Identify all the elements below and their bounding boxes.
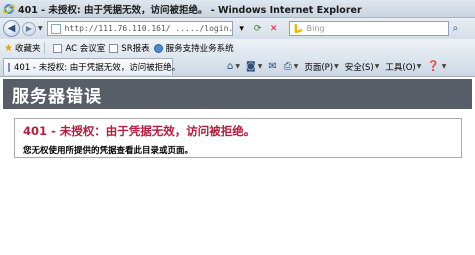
read-mail-button[interactable]: ✉ xyxy=(268,61,277,72)
back-arrow-icon: ◀ xyxy=(7,23,16,34)
page-title: 服务器错误 xyxy=(12,86,102,107)
chevron-down-icon: ▼ xyxy=(416,63,422,70)
window-title: 401 - 未授权: 由于凭据无效，访问被拒绝。 - Windows Inter… xyxy=(18,4,362,16)
favorite-link-label: SR报表 xyxy=(121,44,150,54)
tools-menu[interactable]: 工具(O) ▼ xyxy=(385,61,421,73)
close-icon: ✕ xyxy=(269,23,278,34)
chevron-down-icon: ▼ xyxy=(293,63,299,70)
mail-icon: ✉ xyxy=(268,61,277,72)
forward-button[interactable]: ▶ xyxy=(22,21,36,36)
star-icon: ★ xyxy=(4,42,13,54)
favorites-label: 收藏夹 xyxy=(14,44,41,54)
history-dropdown-icon[interactable]: ▼ xyxy=(38,25,43,32)
favorite-link-service[interactable]: 服务支持业务系统 xyxy=(153,42,234,54)
globe-icon xyxy=(153,43,163,53)
stop-button[interactable]: ✕ xyxy=(267,21,281,36)
tools-menu-label: 工具(O) xyxy=(385,62,416,73)
error-title-text: 401 - 未授权：由于凭据无效，访问被拒绝。 xyxy=(23,124,256,138)
favorites-button[interactable]: ★ 收藏夹 xyxy=(4,42,41,55)
page-menu[interactable]: 页面(P) ▼ xyxy=(304,61,338,73)
search-icon[interactable]: ⌕ xyxy=(453,23,459,34)
refresh-icon: ⟳ xyxy=(253,23,262,34)
page-icon xyxy=(50,23,61,34)
url-field[interactable]: http://111.76.110.161/ ...../login.aspx xyxy=(46,21,233,36)
chevron-down-icon: ▼ xyxy=(334,63,339,70)
favorite-link-label: AC 会议室 xyxy=(65,44,106,54)
page-icon xyxy=(109,43,119,53)
svg-text:e: e xyxy=(6,5,11,13)
rss-icon: ◙ xyxy=(245,61,256,72)
printer-icon: ⎙ xyxy=(283,61,292,72)
favorite-link-label: 服务支持业务系统 xyxy=(165,44,234,54)
url-text: http://111.76.110.161/ ...../login.aspx xyxy=(64,24,233,33)
error-title: 401 - 未授权：由于凭据无效，访问被拒绝。 xyxy=(23,123,461,139)
home-button[interactable]: ⌂ ▼ xyxy=(227,61,240,72)
page-icon xyxy=(8,62,10,72)
search-placeholder: Bing xyxy=(306,24,325,33)
favorites-bar: ★ 收藏夹 AC 会议室 SR报表 服务支持业务系统 xyxy=(0,39,475,57)
home-icon: ⌂ xyxy=(227,61,234,72)
chevron-down-icon: ▼ xyxy=(257,63,263,70)
page-icon xyxy=(53,43,63,53)
help-icon: ❓ xyxy=(427,61,440,72)
help-button[interactable]: ❓ ▼ xyxy=(427,61,446,72)
forward-arrow-icon: ▶ xyxy=(25,24,33,33)
page-header: 服务器错误 xyxy=(3,79,472,109)
tab-command-bar: 401 - 未授权: 由于凭据无效，访问被拒绝。 ⌂ ▼ ◙ ▼ ✉ ⎙ ▼ 页面(P… xyxy=(0,57,475,77)
url-dropdown-button[interactable]: ▾ xyxy=(235,21,249,36)
chevron-down-icon: ▼ xyxy=(441,63,447,70)
bing-icon xyxy=(294,23,303,34)
chevron-down-icon: ▾ xyxy=(239,23,244,34)
chevron-down-icon: ▼ xyxy=(374,63,380,70)
page-content: 服务器错误 401 - 未授权：由于凭据无效，访问被拒绝。 您无权使用所提供的凭… xyxy=(0,77,475,255)
favorite-link-sr[interactable]: SR报表 xyxy=(109,42,150,54)
safety-menu-label: 安全(S) xyxy=(344,62,374,73)
error-panel: 401 - 未授权：由于凭据无效，访问被拒绝。 您无权使用所提供的凭据查看此目录… xyxy=(14,118,462,158)
internet-explorer-icon: e xyxy=(3,3,15,14)
address-bar-row: ◀ ▶ ▼ http://111.76.110.161/ ...../login… xyxy=(0,18,475,39)
tab-label: 401 - 未授权: 由于凭据无效，访问被拒绝。 xyxy=(14,63,181,73)
tab-active[interactable]: 401 - 未授权: 由于凭据无效，访问被拒绝。 xyxy=(3,58,180,75)
title-bar: e 401 - 未授权: 由于凭据无效，访问被拒绝。 - Windows Int… xyxy=(0,0,475,18)
print-button[interactable]: ⎙ ▼ xyxy=(284,61,299,72)
feeds-button[interactable]: ◙ ▼ xyxy=(246,61,262,72)
divider xyxy=(44,42,46,54)
back-button[interactable]: ◀ xyxy=(3,20,20,37)
favorite-link-ac[interactable]: AC 会议室 xyxy=(53,42,105,54)
refresh-button[interactable]: ⟳ xyxy=(251,21,265,36)
error-description: 您无权使用所提供的凭据查看此目录或页面。 xyxy=(23,146,194,156)
page-menu-label: 页面(P) xyxy=(304,62,334,73)
chevron-down-icon: ▼ xyxy=(235,63,240,70)
safety-menu[interactable]: 安全(S) ▼ xyxy=(345,61,380,73)
search-input[interactable]: Bing xyxy=(288,21,449,36)
